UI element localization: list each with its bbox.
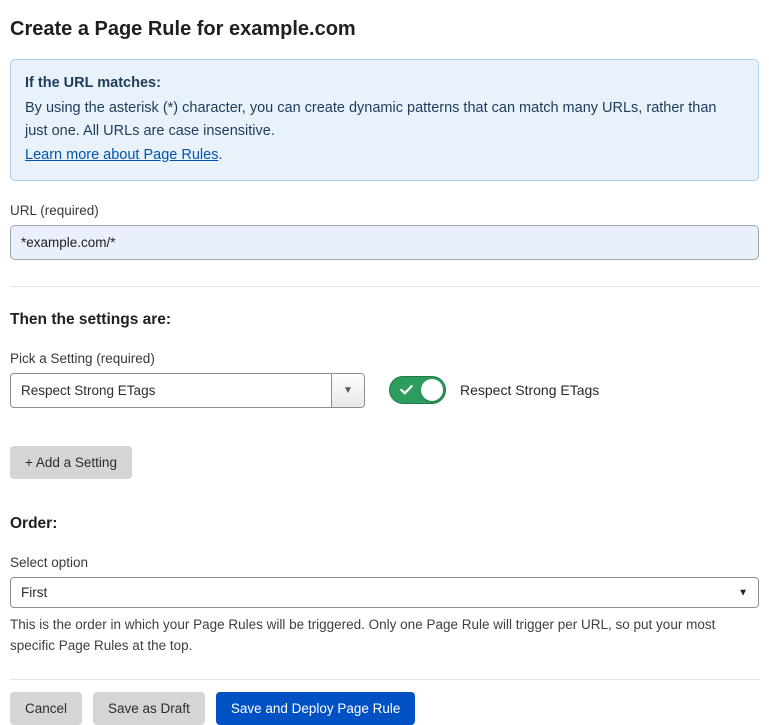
- settings-heading: Then the settings are:: [10, 311, 759, 329]
- setting-select-arrow-button[interactable]: ▼: [331, 374, 364, 407]
- url-field-label: URL (required): [10, 203, 759, 218]
- check-icon: [399, 382, 414, 397]
- save-deploy-button[interactable]: Save and Deploy Page Rule: [216, 692, 416, 725]
- url-input[interactable]: [10, 225, 759, 260]
- order-heading: Order:: [10, 515, 759, 533]
- learn-more-link[interactable]: Learn more about Page Rules: [25, 147, 218, 163]
- toggle-knob: [421, 379, 443, 401]
- pick-setting-label: Pick a Setting (required): [10, 351, 759, 366]
- chevron-down-icon: ▼: [738, 588, 748, 599]
- page-rule-form: Create a Page Rule for example.com If th…: [0, 0, 769, 725]
- etags-toggle[interactable]: [389, 376, 446, 404]
- info-box-heading: If the URL matches:: [25, 72, 744, 95]
- info-box-link-row: Learn more about Page Rules.: [25, 144, 744, 167]
- page-title: Create a Page Rule for example.com: [10, 18, 759, 41]
- toggle-label: Respect Strong ETags: [460, 382, 599, 398]
- order-select[interactable]: First ▼: [10, 577, 759, 608]
- info-box-text: By using the asterisk (*) character, you…: [25, 100, 717, 139]
- save-draft-button[interactable]: Save as Draft: [93, 692, 205, 725]
- order-select-label: Select option: [10, 555, 759, 570]
- setting-row: Respect Strong ETags ▼ Respect Strong ET…: [10, 373, 759, 408]
- url-match-info-box: If the URL matches: By using the asteris…: [10, 59, 759, 181]
- setting-select-value: Respect Strong ETags: [11, 374, 331, 407]
- etags-toggle-group: Respect Strong ETags: [389, 376, 599, 404]
- order-select-value: First: [21, 585, 47, 600]
- order-help-text: This is the order in which your Page Rul…: [10, 615, 755, 657]
- chevron-down-icon: ▼: [343, 385, 353, 396]
- cancel-button[interactable]: Cancel: [10, 692, 82, 725]
- link-suffix: .: [218, 147, 222, 163]
- setting-select[interactable]: Respect Strong ETags ▼: [10, 373, 365, 408]
- info-box-body: By using the asterisk (*) character, you…: [25, 97, 725, 143]
- add-setting-button[interactable]: + Add a Setting: [10, 446, 132, 479]
- divider-after-url: [10, 286, 759, 287]
